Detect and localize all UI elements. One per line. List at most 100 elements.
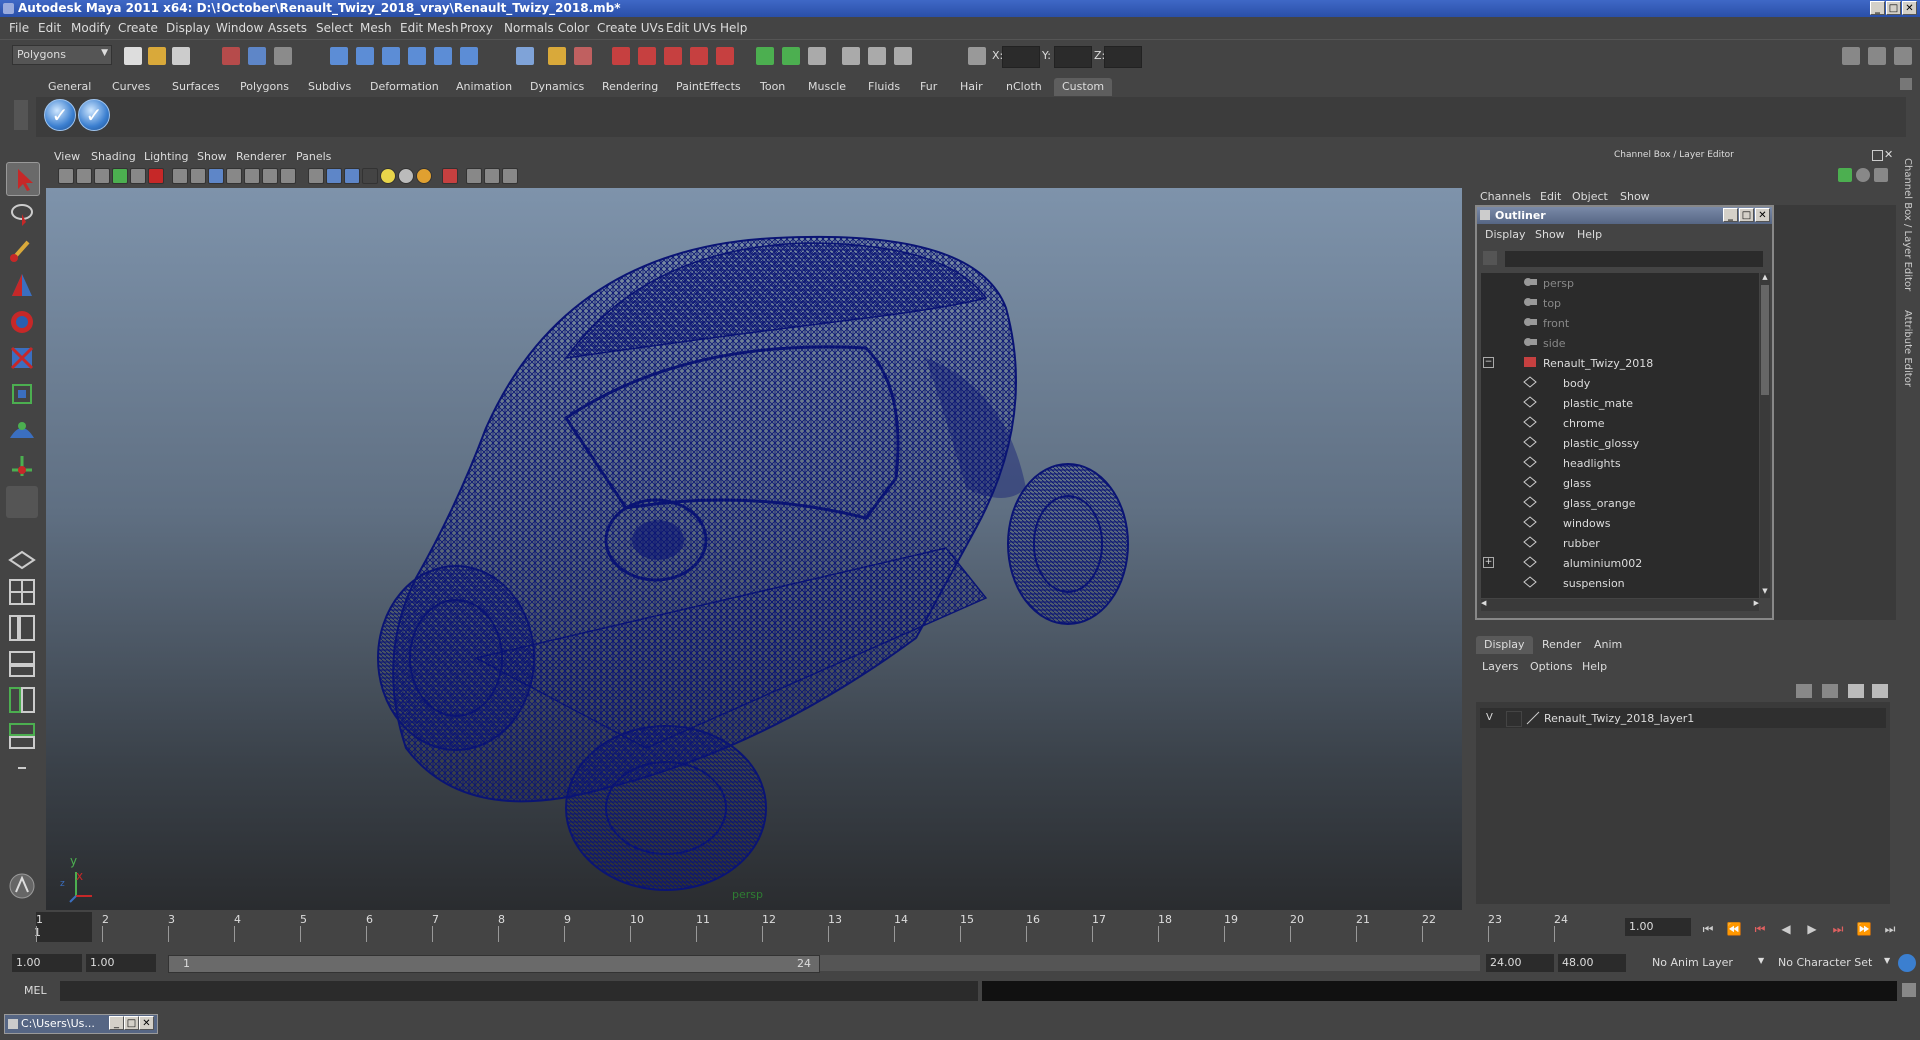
viewport-menu-panels[interactable]: Panels: [296, 150, 331, 163]
shelf-tab-deformation[interactable]: Deformation: [362, 78, 447, 96]
outliner-item-group[interactable]: − Renault_Twizy_2018: [1481, 353, 1759, 373]
current-frame-field[interactable]: 1.00: [1625, 918, 1691, 936]
artisan-tool-icon[interactable]: [6, 870, 38, 902]
menu-edit-mesh[interactable]: Edit Mesh: [400, 21, 459, 35]
universal-manipulator-icon[interactable]: [6, 378, 38, 410]
playblast-icon[interactable]: [756, 47, 774, 65]
new-scene-icon[interactable]: [124, 47, 142, 65]
menu-edit[interactable]: Edit: [38, 21, 61, 35]
menu-file[interactable]: File: [9, 21, 29, 35]
scroll-left-icon[interactable]: ◀: [1481, 599, 1486, 607]
y-field[interactable]: [1054, 46, 1092, 68]
outliner-title-bar[interactable]: Outliner _ □ ✕: [1477, 207, 1772, 224]
anim-layer-dropdown[interactable]: No Anim Layer: [1648, 954, 1758, 972]
playback-end-field[interactable]: 24.00: [1486, 954, 1554, 972]
close-panel-icon[interactable]: ✕: [1884, 148, 1893, 161]
wireframe-icon[interactable]: [308, 168, 324, 184]
menu-modify[interactable]: Modify: [71, 21, 111, 35]
scroll-right-icon[interactable]: ▶: [1754, 599, 1759, 607]
close-button[interactable]: ✕: [1902, 1, 1917, 15]
float-panel-icon[interactable]: [1872, 150, 1883, 161]
menu-proxy[interactable]: Proxy: [460, 21, 493, 35]
four-view-layout-icon[interactable]: [6, 576, 38, 608]
shelf-tab-ncloth[interactable]: nCloth: [998, 78, 1050, 96]
select-component-icon[interactable]: [274, 47, 292, 65]
snap-curve-icon[interactable]: [356, 47, 374, 65]
shelf-tab-toon[interactable]: Toon: [752, 78, 793, 96]
render-view-icon[interactable]: [716, 47, 734, 65]
graph-editor-icon[interactable]: [782, 47, 800, 65]
command-language-label[interactable]: MEL: [24, 984, 47, 997]
outliner-minimize-button[interactable]: _: [1723, 208, 1738, 222]
camera-attributes-icon[interactable]: [76, 168, 92, 184]
layer-visibility-toggle[interactable]: V: [1486, 712, 1500, 726]
shelf-tab-surfaces[interactable]: Surfaces: [164, 78, 228, 96]
shelf-tab-animation[interactable]: Animation: [448, 78, 520, 96]
gate-mask-icon[interactable]: [226, 168, 242, 184]
shelf-tab-hair[interactable]: Hair: [952, 78, 991, 96]
outliner-item-persp[interactable]: persp: [1481, 273, 1759, 293]
paint-icon[interactable]: [894, 47, 912, 65]
scroll-thumb[interactable]: [1761, 285, 1769, 395]
outliner-close-button[interactable]: ✕: [1755, 208, 1770, 222]
snap-grid-icon[interactable]: [330, 47, 348, 65]
rotate-tool-icon[interactable]: [6, 306, 38, 338]
filter-icon[interactable]: [1483, 251, 1497, 265]
camera-select-icon[interactable]: [58, 168, 74, 184]
show-channel-box-icon[interactable]: [1842, 47, 1860, 65]
viewport-menu-lighting[interactable]: Lighting: [144, 150, 188, 163]
collapse-icon[interactable]: −: [1483, 357, 1494, 368]
shelf-tab-custom[interactable]: Custom: [1054, 78, 1113, 96]
save-scene-icon[interactable]: [172, 47, 190, 65]
restore-window-button[interactable]: _: [109, 1016, 124, 1030]
grid-toggle-icon[interactable]: [172, 168, 188, 184]
render-frame-icon[interactable]: [612, 47, 630, 65]
layer-tab-anim[interactable]: Anim: [1586, 636, 1630, 654]
maximize-window-button[interactable]: □: [124, 1016, 139, 1030]
shelf-options-icon[interactable]: [14, 100, 28, 130]
menu-color[interactable]: Color: [558, 21, 589, 35]
menu-help[interactable]: Help: [720, 21, 747, 35]
xray-joints-icon[interactable]: [484, 168, 500, 184]
outliner-item-plastic-mate[interactable]: plastic_mate: [1481, 393, 1759, 413]
channels-menu[interactable]: Channels: [1480, 190, 1531, 203]
side-tab-attribute-editor[interactable]: Attribute Editor: [1902, 310, 1913, 387]
expand-icon[interactable]: +: [1483, 557, 1494, 568]
viewport-menu-renderer[interactable]: Renderer: [236, 150, 286, 163]
input-ops-icon[interactable]: [574, 47, 592, 65]
layer-tab-render[interactable]: Render: [1534, 636, 1589, 654]
animation-start-field[interactable]: 1.00: [12, 954, 82, 972]
resolution-gate-icon[interactable]: [208, 168, 224, 184]
viewport-menu-shading[interactable]: Shading: [91, 150, 136, 163]
select-tool-icon[interactable]: [6, 162, 40, 196]
mode-selector[interactable]: Polygons ▼: [12, 45, 112, 65]
snap-surface-icon[interactable]: [434, 47, 452, 65]
help-icon[interactable]: [516, 47, 534, 65]
shelf-tab-muscle[interactable]: Muscle: [800, 78, 854, 96]
hud-icon[interactable]: [502, 168, 518, 184]
outliner-item-front[interactable]: front: [1481, 313, 1759, 333]
outliner-item-suspension[interactable]: suspension: [1481, 573, 1759, 593]
go-to-start-icon[interactable]: ⏮: [1700, 922, 1716, 936]
outliner-filter-input[interactable]: [1505, 251, 1763, 267]
z-field[interactable]: [1104, 46, 1142, 68]
menu-create-uvs[interactable]: Create UVs: [597, 21, 664, 35]
outliner-item-rubber[interactable]: rubber: [1481, 533, 1759, 553]
step-forward-key-icon[interactable]: ⏭: [1830, 922, 1846, 936]
show-tool-settings-icon[interactable]: [1894, 47, 1912, 65]
transform-field-icon[interactable]: [968, 47, 986, 65]
safe-action-icon[interactable]: [262, 168, 278, 184]
outliner-layout-icon[interactable]: [6, 612, 38, 644]
paint-select-tool-icon[interactable]: [6, 234, 38, 266]
outliner-item-headlights[interactable]: headlights: [1481, 453, 1759, 473]
x-field[interactable]: [1002, 46, 1040, 68]
menu-normals[interactable]: Normals: [504, 21, 554, 35]
shelf-tab-painteffects[interactable]: PaintEffects: [668, 78, 749, 96]
grease-pencil-icon[interactable]: [148, 168, 164, 184]
play-backwards-icon[interactable]: ◀: [1778, 922, 1794, 936]
outliner-display-menu[interactable]: Display: [1485, 228, 1526, 241]
script-editor-icon[interactable]: [842, 47, 860, 65]
outliner-item-body[interactable]: body: [1481, 373, 1759, 393]
outliner-show-menu[interactable]: Show: [1535, 228, 1565, 241]
snap-plane-icon[interactable]: [408, 47, 426, 65]
